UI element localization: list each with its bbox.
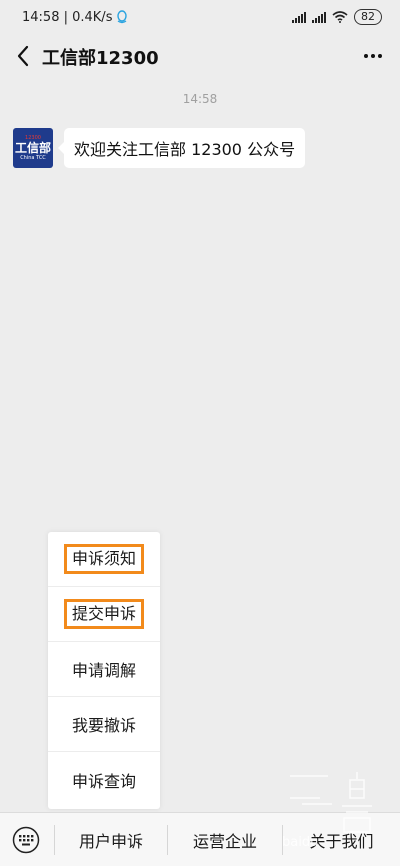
bottom-menu-bar: 用户申诉 运营企业 关于我们 [0,812,400,866]
menu-operators[interactable]: 运营企业 [168,813,282,866]
status-bar: 14:58 | 0.4K/s 82 [0,0,400,34]
status-left: 14:58 | 0.4K/s [22,10,128,25]
signal-icon-2 [312,11,326,23]
menu-item-label: 用户申诉 [78,832,143,851]
avatar-main-text: 工信部 [14,140,51,155]
battery-level: 82 [361,10,375,23]
chat-header: 工信部12300 [0,34,400,78]
more-options-icon[interactable] [362,46,384,66]
submenu-item-withdraw-complaint[interactable]: 我要撤诉 [48,697,160,752]
welcome-message-text: 欢迎关注工信部 12300 公众号 [74,140,296,159]
submenu-item-submit-complaint[interactable]: 提交申诉 [48,587,160,642]
status-right: 82 [292,9,382,25]
qq-icon [117,10,128,24]
submenu-item-label: 申诉须知 [63,544,144,574]
menu-user-complaint[interactable]: 用户申诉 [55,813,167,866]
status-time-speed: 14:58 | 0.4K/s [22,9,113,25]
welcome-message-bubble: 欢迎关注工信部 12300 公众号 [57,128,306,168]
page-title: 工信部12300 [42,48,159,69]
menu-item-label: 运营企业 [192,832,257,851]
menu-item-label: 关于我们 [309,832,374,851]
submenu-item-complaint-query[interactable]: 申诉查询 [48,752,160,807]
menu-about-us[interactable]: 关于我们 [283,813,400,866]
submenu-popup: 申诉须知 提交申诉 申请调解 我要撤诉 申诉查询 [48,532,160,809]
account-avatar[interactable]: 12300 工信部 China TCC [13,128,53,168]
submenu-item-label: 我要撤诉 [71,716,136,735]
submenu-item-label: 提交申诉 [63,599,144,629]
message-timestamp: 14:58 [182,92,218,106]
keyboard-icon[interactable] [12,826,40,854]
signal-icon [292,11,306,23]
wifi-icon [332,11,348,23]
avatar-sub-text: China TCC [20,154,46,161]
back-arrow-icon[interactable] [14,44,34,68]
submenu-item-complaint-notice[interactable]: 申诉须知 [48,532,160,587]
submenu-item-request-mediation[interactable]: 申请调解 [48,642,160,697]
submenu-item-label: 申请调解 [71,661,136,680]
submenu-item-label: 申诉查询 [71,771,136,791]
battery-indicator: 82 [354,9,382,25]
